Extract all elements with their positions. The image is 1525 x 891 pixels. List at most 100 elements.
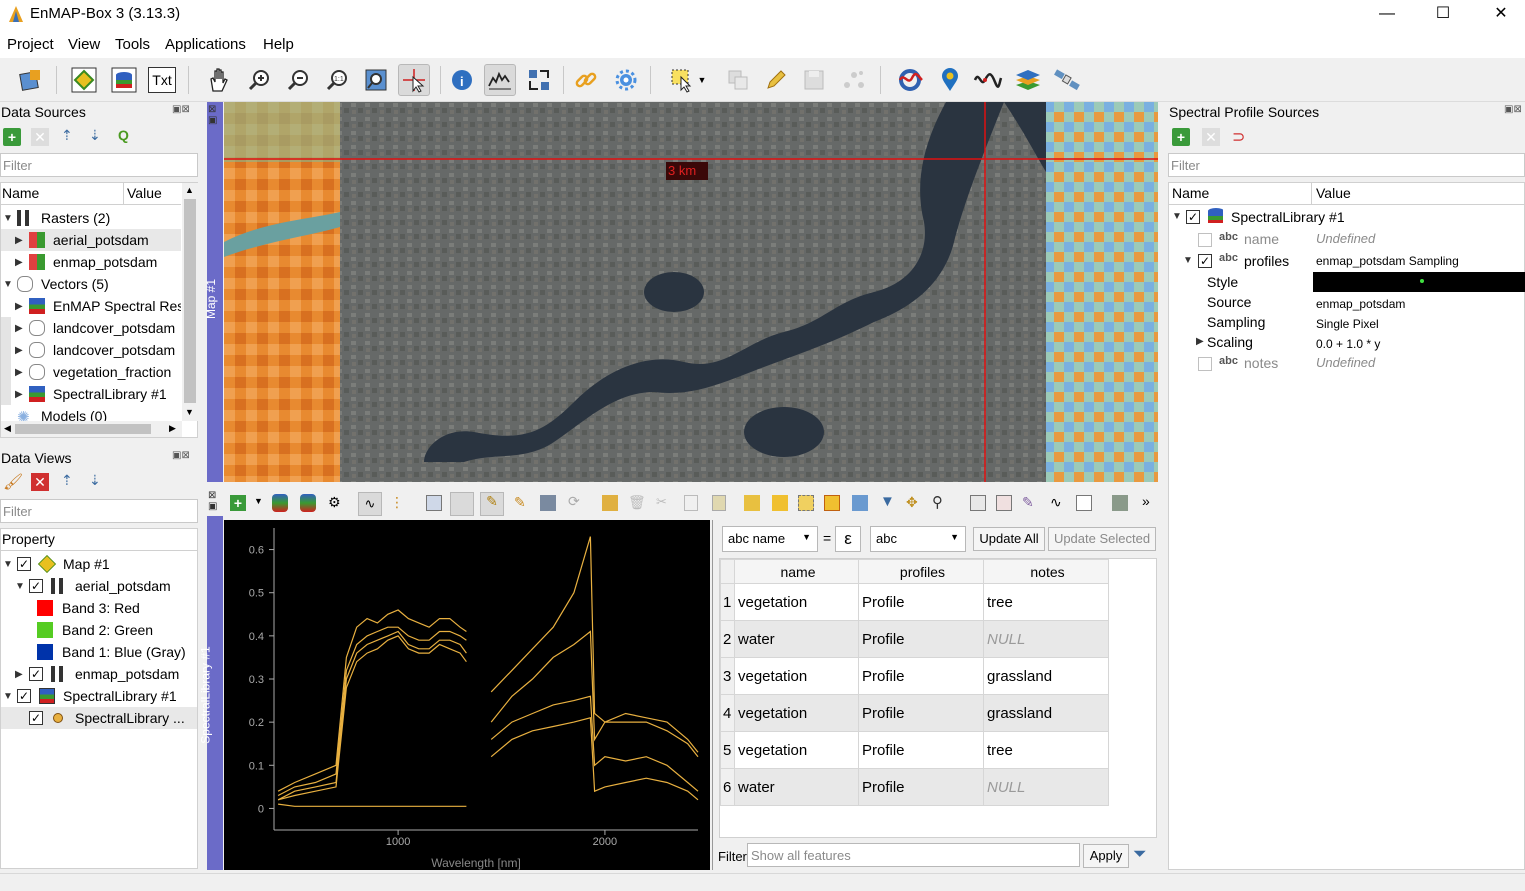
cell-name[interactable]: water [734, 620, 859, 658]
select-location-icon[interactable] [398, 64, 430, 96]
chevron-right-icon[interactable]: ▶ [15, 669, 23, 680]
update-selected-button[interactable]: Update Selected [1048, 527, 1156, 551]
band-color-swatch[interactable] [37, 644, 53, 660]
view-item[interactable]: Band 3: Red [62, 597, 140, 619]
sampling-value[interactable]: Single Pixel [1316, 313, 1379, 335]
cell-notes[interactable]: grassland [983, 657, 1109, 695]
column-name[interactable]: Name [2, 185, 39, 201]
column-name[interactable]: Name [1172, 185, 1209, 201]
cell-profiles[interactable]: Profile [858, 694, 984, 732]
cell-profiles[interactable]: Profile [858, 657, 984, 695]
text-view-icon[interactable]: Txt [146, 64, 178, 96]
expand-icon[interactable]: ⇣ [89, 472, 101, 489]
chevron-down-icon[interactable]: ▼ [1183, 255, 1193, 266]
view-checkbox[interactable]: ✓ [17, 557, 31, 571]
maximize-button[interactable]: ☐ [1414, 0, 1472, 30]
view-checkbox[interactable]: ✓ [29, 579, 43, 593]
add-project-icon[interactable] [14, 64, 46, 96]
expand-icon[interactable]: ⇣ [89, 127, 101, 144]
organize-columns-icon[interactable] [1076, 495, 1092, 511]
stack-icon[interactable] [1012, 64, 1044, 96]
column-value[interactable]: Value [1316, 185, 1351, 201]
identify-icon[interactable]: i [446, 64, 478, 96]
expression-button[interactable]: ε [835, 526, 861, 552]
table-row[interactable]: 5 vegetation Profile tree [720, 731, 1109, 769]
cell-id[interactable]: 6 [720, 768, 735, 806]
chevron-down-icon[interactable]: ▼ [694, 64, 710, 96]
view-item[interactable]: enmap_potsdam [75, 663, 179, 685]
cell-id[interactable]: 5 [720, 731, 735, 769]
panel-float-icon[interactable]: ▣⊠ [1504, 104, 1522, 115]
band-color-swatch[interactable] [37, 622, 53, 638]
settings-icon[interactable] [610, 64, 642, 96]
cell-name[interactable]: vegetation [734, 731, 859, 769]
export-library-icon[interactable] [300, 494, 316, 512]
cell-notes[interactable]: NULL [983, 768, 1109, 806]
table-view-icon[interactable] [450, 492, 474, 516]
chevron-right-icon[interactable]: ▶ [1196, 336, 1204, 347]
cell-id[interactable]: 4 [720, 694, 735, 732]
chevron-right-icon[interactable]: ▶ [15, 389, 23, 400]
spectral-line-icon[interactable] [972, 64, 1004, 96]
column-header-profiles[interactable]: profiles [858, 559, 984, 584]
data-views-filter[interactable]: Filter [0, 499, 198, 523]
actions-icon[interactable] [1112, 495, 1128, 511]
delete-field-icon[interactable] [996, 495, 1012, 511]
cell-name[interactable]: water [734, 768, 859, 806]
more-tools-icon[interactable]: » [1142, 493, 1150, 509]
menu-applications[interactable]: Applications [165, 36, 246, 53]
delete-icon[interactable]: 🗑 [628, 494, 646, 511]
move-selection-top-icon[interactable] [852, 495, 868, 511]
view-item[interactable]: Map #1 [63, 553, 110, 575]
map-dock-controls[interactable]: ⊠ ▣ [208, 104, 217, 126]
raster-view-icon[interactable] [68, 64, 100, 96]
chevron-right-icon[interactable]: ▶ [15, 323, 23, 334]
cell-profiles[interactable]: Profile [858, 768, 984, 806]
chevron-down-icon[interactable]: ▼ [1172, 211, 1182, 222]
name-checkbox[interactable] [1198, 233, 1212, 247]
menu-view[interactable]: View [68, 36, 100, 53]
chevron-down-icon[interactable]: ▼ [3, 213, 13, 224]
layer-properties-icon[interactable]: ⚙ [328, 494, 341, 511]
remove-source-icon[interactable]: ✕ [1202, 128, 1220, 146]
view-item[interactable]: SpectralLibrary #1 [63, 685, 177, 707]
chevron-down-icon[interactable]: ▼ [3, 559, 13, 570]
chevron-right-icon[interactable]: ▶ [15, 367, 23, 378]
datasource-item[interactable]: landcover_potsdam [53, 339, 181, 361]
datasource-item[interactable]: EnMAP Spectral Res [53, 295, 181, 317]
panel-float-icon[interactable]: ▣⊠ [172, 450, 190, 461]
view-checkbox[interactable]: ✓ [29, 667, 43, 681]
field-calculator-icon[interactable]: ✎ [1022, 494, 1034, 511]
cell-id[interactable]: 3 [720, 657, 735, 695]
cell-name[interactable]: vegetation [734, 583, 859, 621]
spectral-plot[interactable]: 0 0.1 0.2 0.3 0.4 0.5 0.6 1000 2000 Wavelength [n… [224, 520, 710, 870]
pan-to-selection-icon[interactable]: ✥ [906, 494, 918, 511]
column-property[interactable]: Property [2, 531, 55, 547]
field-select[interactable]: abc name ▼ [722, 526, 818, 552]
add-feature-icon[interactable] [602, 495, 618, 511]
digitize-icon[interactable] [838, 64, 870, 96]
profiles-field-value[interactable]: enmap_potsdam Sampling [1316, 250, 1459, 272]
cell-notes[interactable]: tree [983, 583, 1109, 621]
view-item[interactable]: aerial_potsdam [75, 575, 171, 597]
location-icon[interactable] [934, 64, 966, 96]
filter-icon[interactable]: ⏷ [1133, 844, 1147, 864]
magnet-icon[interactable]: ⊃ [1232, 127, 1245, 147]
edit-icon[interactable] [760, 64, 792, 96]
vertical-scrollbar[interactable]: ▲ ▼ [182, 183, 198, 421]
add-profile-icon[interactable]: + [230, 495, 246, 511]
table-row[interactable]: 6 water Profile NULL [720, 768, 1109, 806]
import-library-icon[interactable] [272, 494, 288, 512]
layers-view-icon[interactable] [108, 64, 140, 96]
zoom-actual-icon[interactable]: 1:1 [321, 64, 353, 96]
menu-tools[interactable]: Tools [115, 36, 150, 53]
swipe-icon[interactable] [523, 64, 555, 96]
add-datasource-icon[interactable]: + [3, 128, 21, 146]
column-header-name[interactable]: name [734, 559, 859, 584]
chevron-right-icon[interactable]: ▶ [15, 345, 23, 356]
cell-name[interactable]: vegetation [734, 694, 859, 732]
remove-datasource-icon[interactable]: ✕ [31, 128, 49, 146]
menu-help[interactable]: Help [263, 36, 294, 53]
corner-cell[interactable] [720, 559, 735, 584]
multi-edit-icon[interactable]: ✎ [514, 494, 526, 511]
